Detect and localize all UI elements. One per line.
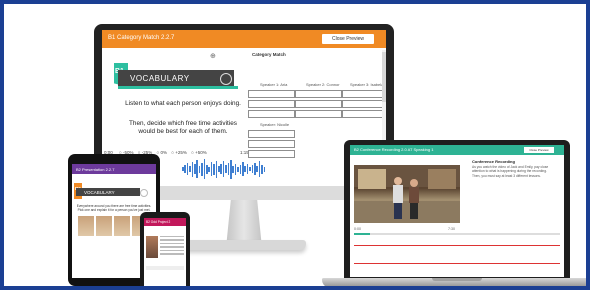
drop-slot[interactable]	[248, 110, 295, 118]
accent-line	[118, 86, 238, 89]
waveform-bar	[210, 162, 213, 176]
laptop-window-title: B2 Conference Recording 2.0 AT Speaking …	[354, 147, 434, 152]
settings-icon	[140, 189, 148, 197]
waveform-bar	[191, 161, 194, 177]
drop-slot[interactable]	[248, 130, 295, 138]
video-player[interactable]	[354, 165, 460, 223]
drop-slot[interactable]	[248, 90, 295, 98]
waveform-bar	[213, 163, 215, 175]
laptop-screen: B2 Conference Recording 2.0 AT Speaking …	[350, 145, 564, 277]
drop-slot[interactable]	[295, 110, 342, 118]
settings-icon	[220, 73, 232, 85]
waveform-bar	[182, 167, 184, 171]
waveform-bar	[261, 164, 263, 174]
phone-titlebar: B2 Odd Project 2	[144, 218, 186, 226]
recording-line	[354, 263, 560, 264]
waveform-bar	[215, 160, 218, 178]
waveform-bar	[254, 163, 256, 175]
phone-window-title: B2 Odd Project 2	[146, 220, 171, 224]
canvas: B1 Category Match 2.2.7 Close Preview ⊕ …	[4, 4, 586, 286]
waveform-bar	[242, 162, 244, 176]
video-frame	[354, 165, 460, 223]
waveform-bar	[201, 162, 203, 176]
waveform-bar	[249, 167, 251, 171]
waveform-bar	[186, 163, 189, 175]
activity-image[interactable]	[78, 216, 94, 236]
zoom-in-icon[interactable]: ⊕	[210, 52, 216, 60]
close-preview-button[interactable]: Close Preview	[524, 147, 554, 153]
audio-waveform[interactable]	[182, 158, 268, 180]
monitor-window-title: B1 Category Match 2.2.7	[108, 35, 175, 41]
tablet-instruction-text: Everywhere around you there are free tim…	[76, 204, 152, 212]
waveform-bar	[225, 165, 227, 173]
drop-slot[interactable]	[248, 150, 295, 158]
waveform-bar	[220, 164, 222, 174]
recording-line	[354, 245, 560, 246]
drop-slot[interactable]	[295, 90, 342, 98]
speed-option[interactable]: ○ 0%	[157, 150, 167, 155]
task-title: Conference Recording	[472, 159, 515, 164]
waveform-bar	[203, 159, 206, 179]
monitor-titlebar: B1 Category Match 2.2.7 Close Preview	[102, 30, 386, 48]
waveform-bar	[230, 159, 232, 179]
phone-footer	[146, 266, 184, 270]
drop-slot[interactable]	[248, 100, 295, 108]
waveform-bar	[244, 166, 246, 172]
waveform-bar	[194, 164, 196, 174]
drop-slot[interactable]	[342, 90, 386, 98]
waveform-bar	[246, 164, 249, 174]
waveform-bar	[234, 163, 237, 175]
speed-option[interactable]: ○ +25%	[171, 150, 187, 155]
waveform-bar	[263, 166, 266, 172]
waveform-bar	[239, 164, 242, 174]
waveform-bar	[251, 165, 254, 173]
drop-slot[interactable]	[342, 100, 386, 108]
activity-image[interactable]	[114, 216, 130, 236]
category-match-title: Category Match	[252, 52, 286, 57]
laptop-titlebar: B2 Conference Recording 2.0 AT Speaking …	[350, 145, 564, 155]
phone-photo	[146, 236, 158, 258]
waveform-bar	[256, 166, 258, 172]
waveform-bar	[218, 166, 220, 172]
waveform-bar	[227, 163, 230, 175]
video-time-end: 7:30	[448, 227, 455, 231]
waveform-bar	[222, 161, 225, 177]
speaker-label: Speaker 1: Aria	[260, 82, 288, 87]
drop-slot[interactable]	[295, 100, 342, 108]
video-time-start: 0:00	[354, 227, 361, 231]
task-description: As you watch the video of Jack and Emily…	[472, 165, 549, 178]
close-preview-button[interactable]: Close Preview	[322, 34, 374, 44]
vocabulary-title: VOCABULARY	[84, 190, 115, 195]
waveform-bar	[258, 161, 261, 177]
waveform-bar	[208, 166, 210, 172]
vocabulary-title: VOCABULARY	[130, 74, 190, 83]
video-progress-bar[interactable]	[354, 233, 560, 235]
laptop-notch	[432, 278, 482, 281]
monitor-stand	[226, 200, 262, 244]
speaker-label: Speaker 2: Connor	[306, 82, 340, 87]
speaker-label: Speaker 3: Isabela	[350, 82, 384, 87]
waveform-bar	[189, 166, 191, 172]
waveform-bar	[198, 165, 201, 173]
waveform-bar	[184, 165, 186, 173]
waveform-bar	[237, 166, 239, 172]
scrollbar-thumb[interactable]	[382, 52, 386, 102]
monitor-foot	[182, 240, 306, 250]
tablet-window-title: B2 Presentation 2.2.7	[76, 167, 115, 172]
waveform-bar	[232, 165, 234, 173]
tablet-titlebar: B2 Presentation 2.2.7	[72, 164, 156, 174]
drop-slot[interactable]	[342, 110, 386, 118]
waveform-bar	[196, 160, 198, 178]
prompt-text: Listen to what each person enjoys doing.	[125, 100, 241, 107]
instruction-text: Then, decide which free time activities …	[129, 120, 237, 135]
activity-image[interactable]	[96, 216, 112, 236]
waveform-bar	[206, 164, 208, 174]
video-progress-fill	[354, 233, 371, 235]
speed-option[interactable]: ○ +50%	[191, 150, 207, 155]
phone-screen: B2 Odd Project 2	[144, 218, 186, 286]
speaker-label: Speaker: Nicolle	[260, 122, 290, 127]
drop-slot[interactable]	[248, 140, 295, 148]
phone-text-block	[160, 236, 184, 257]
